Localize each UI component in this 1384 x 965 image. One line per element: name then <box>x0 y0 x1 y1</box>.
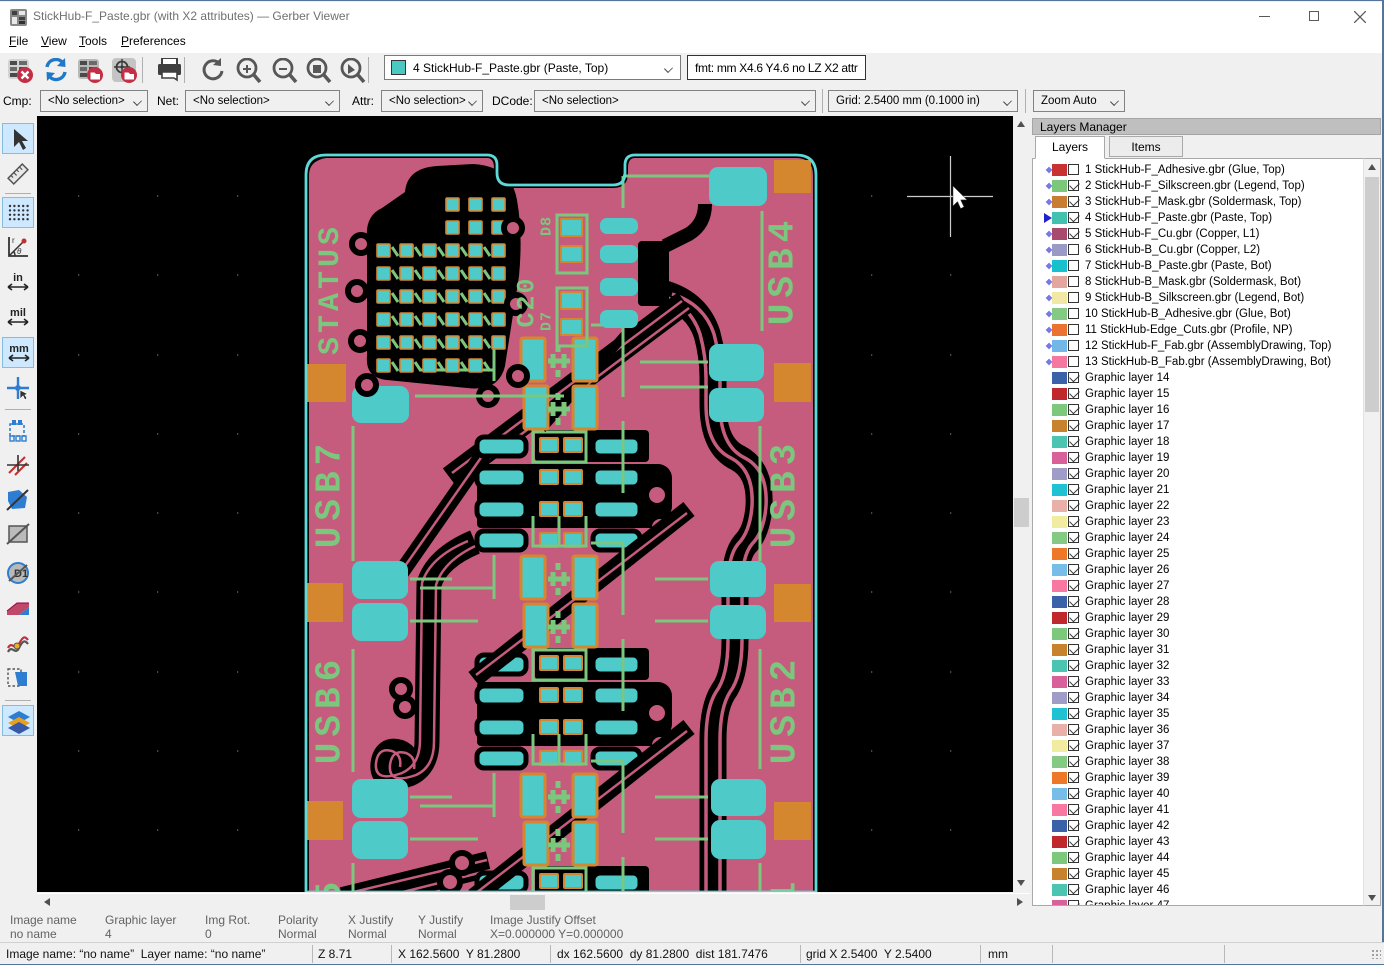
svg-text:C20: C20 <box>513 276 542 327</box>
svg-text:USB3: USB3 <box>765 438 806 548</box>
svg-text:STATUS: STATUS <box>314 223 348 355</box>
svg-text:USB6: USB6 <box>310 654 351 764</box>
svg-text:USB5: USB5 <box>310 876 351 892</box>
svg-text:in: in <box>13 272 23 284</box>
svg-text:USB2: USB2 <box>765 654 806 764</box>
svg-text:USB7: USB7 <box>310 438 351 548</box>
svg-text:D8: D8 <box>539 216 556 236</box>
svg-text:USB4: USB4 <box>763 215 804 325</box>
svg-text:USB1: USB1 <box>765 876 806 892</box>
svg-text:r: r <box>12 236 15 245</box>
svg-text:mil: mil <box>10 307 26 319</box>
svg-text:mm: mm <box>9 343 29 355</box>
svg-text:θ: θ <box>17 247 22 256</box>
svg-text:D7: D7 <box>539 311 556 331</box>
